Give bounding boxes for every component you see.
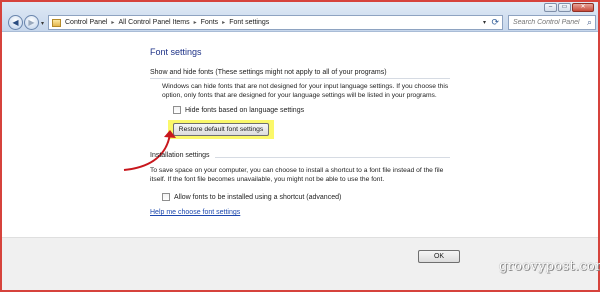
shortcut-fonts-option[interactable]: Allow fonts to be installed using a shor…	[162, 193, 341, 201]
restore-default-button[interactable]: Restore default font settings	[173, 123, 269, 136]
forward-button[interactable]: ▶	[24, 15, 39, 30]
address-bar[interactable]: Control Panel ▸ All Control Panel Items …	[48, 15, 503, 30]
search-box[interactable]: ⌕	[508, 15, 596, 30]
hide-fonts-option[interactable]: Hide fonts based on language settings	[173, 106, 304, 114]
breadcrumb-separator-icon[interactable]: ▸	[194, 19, 197, 26]
breadcrumb-fonts[interactable]: Fonts	[201, 19, 219, 26]
back-button[interactable]: ◀	[8, 15, 23, 30]
show-hide-description-line: Windows can hide fonts that are not desi…	[162, 83, 449, 90]
installation-description: To save space on your computer, you can …	[150, 166, 443, 184]
installation-description-line: To save space on your computer, you can …	[150, 167, 444, 174]
close-button[interactable]: ✕	[572, 3, 594, 12]
recent-pages-icon[interactable]: ▾	[41, 20, 44, 27]
breadcrumb-font-settings[interactable]: Font settings	[229, 19, 269, 26]
show-hide-heading: Show and hide fonts (These settings migh…	[150, 69, 387, 76]
section-divider	[150, 78, 450, 79]
ok-button[interactable]: OK	[418, 250, 460, 263]
breadcrumb-control-panel[interactable]: Control Panel	[65, 19, 107, 26]
show-hide-description: Windows can hide fonts that are not desi…	[162, 82, 448, 100]
help-link[interactable]: Help me choose font settings	[150, 209, 240, 216]
show-hide-description-line: option, only fonts that are designed for…	[162, 92, 437, 99]
control-panel-folder-icon	[52, 18, 61, 27]
hide-fonts-checkbox[interactable]	[173, 106, 181, 114]
installation-description-line: itself. If the font file becomes unavail…	[150, 176, 385, 183]
refresh-icon[interactable]: ⟳	[491, 17, 499, 28]
shortcut-fonts-label[interactable]: Allow fonts to be installed using a shor…	[174, 194, 341, 201]
content-pane: Font settings Show and hide fonts (These…	[2, 33, 598, 237]
installation-heading: Installation settings	[150, 152, 210, 159]
search-input[interactable]	[509, 16, 581, 29]
minimize-button[interactable]: –	[544, 3, 557, 12]
search-icon[interactable]: ⌕	[587, 17, 592, 28]
breadcrumb-separator-icon[interactable]: ▸	[111, 19, 114, 26]
watermark: groovypost.com	[499, 259, 600, 274]
shortcut-fonts-checkbox[interactable]	[162, 193, 170, 201]
dialog-footer: OK groovypost.com	[2, 237, 600, 290]
maximize-button[interactable]: ▭	[558, 3, 571, 12]
breadcrumb-separator-icon[interactable]: ▸	[222, 19, 225, 26]
caption-buttons: – ▭ ✕	[544, 3, 594, 12]
section-divider	[215, 157, 450, 158]
hide-fonts-label[interactable]: Hide fonts based on language settings	[185, 107, 304, 114]
navigation-bar: – ▭ ✕ ◀ ▶ ▾ Control Panel ▸ All Control …	[2, 2, 598, 32]
page-title: Font settings	[150, 47, 202, 57]
annotation-arrow-head	[164, 130, 176, 138]
breadcrumb-all-items[interactable]: All Control Panel Items	[118, 19, 189, 26]
address-dropdown-icon[interactable]: ▾	[483, 19, 486, 26]
